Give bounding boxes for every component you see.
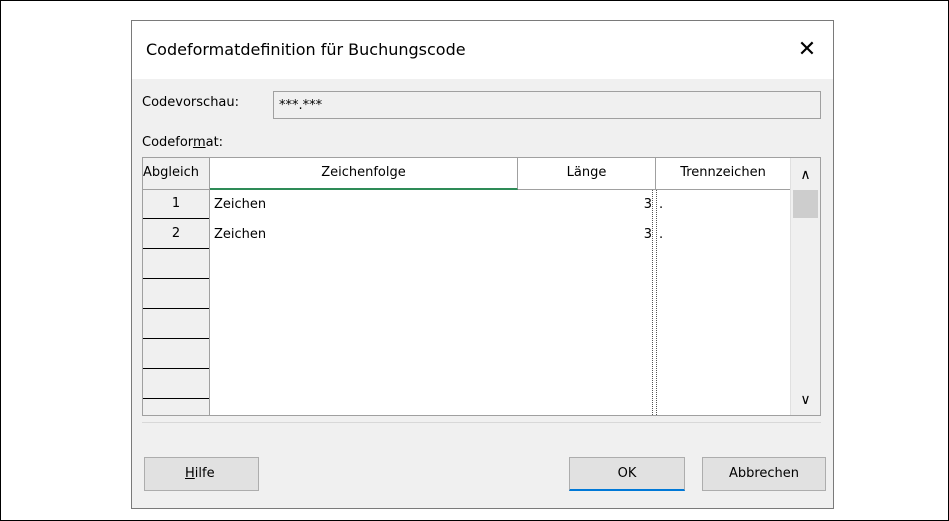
cell-sequence[interactable]: Zeichen — [214, 190, 266, 219]
cancel-button[interactable]: Abbrechen — [702, 457, 826, 491]
code-format-grid[interactable]: Abgleich Zeichenfolge Länge Trennzeichen… — [142, 157, 821, 416]
row-number[interactable] — [143, 370, 209, 399]
column-header-length[interactable]: Länge — [518, 158, 656, 190]
scroll-up-icon[interactable]: ∧ — [791, 162, 820, 188]
scroll-down-icon[interactable]: ∨ — [791, 387, 820, 413]
row-number[interactable]: 2 — [143, 220, 209, 249]
help-button[interactable]: Hilfe — [144, 457, 259, 491]
row-number[interactable] — [143, 280, 209, 309]
vertical-scrollbar[interactable]: ∧ ∨ — [790, 158, 820, 415]
code-format-dialog: Codeformatdefinition für Buchungscode ✕ … — [131, 20, 834, 509]
code-preview-label: Codevorschau: — [142, 95, 240, 110]
cell-length[interactable]: 3 — [518, 220, 652, 249]
cell-length[interactable] — [518, 340, 652, 369]
column-divider — [656, 190, 657, 415]
column-divider — [652, 190, 653, 415]
column-header-separator[interactable]: Trennzeichen — [656, 158, 791, 190]
close-icon[interactable]: ✕ — [795, 38, 819, 62]
row-number[interactable]: 1 — [143, 190, 209, 219]
dialog-title: Codeformatdefinition für Buchungscode — [146, 40, 466, 59]
cell-length[interactable]: 3 — [518, 190, 652, 219]
cell-length[interactable] — [518, 310, 652, 339]
column-header-sequence[interactable]: Zeichenfolge — [210, 158, 518, 190]
cell-length[interactable] — [518, 280, 652, 309]
column-header-match[interactable]: Abgleich — [143, 158, 210, 190]
code-preview-field: ***.*** — [273, 91, 821, 119]
code-preview-value: ***.*** — [279, 98, 323, 113]
scrollbar-thumb[interactable] — [793, 190, 818, 218]
cell-sequence[interactable]: Zeichen — [214, 220, 266, 249]
row-number[interactable] — [143, 340, 209, 369]
row-number[interactable] — [143, 250, 209, 279]
cell-separator[interactable]: . — [659, 220, 663, 249]
cell-length[interactable] — [518, 370, 652, 399]
row-number[interactable] — [143, 310, 209, 339]
cell-length[interactable] — [518, 250, 652, 279]
title-bar: Codeformatdefinition für Buchungscode ✕ — [132, 21, 833, 79]
ok-button[interactable]: OK — [569, 457, 685, 491]
code-format-label: Codeformat: — [142, 135, 224, 150]
divider — [142, 422, 821, 423]
cell-separator[interactable]: . — [659, 190, 663, 219]
